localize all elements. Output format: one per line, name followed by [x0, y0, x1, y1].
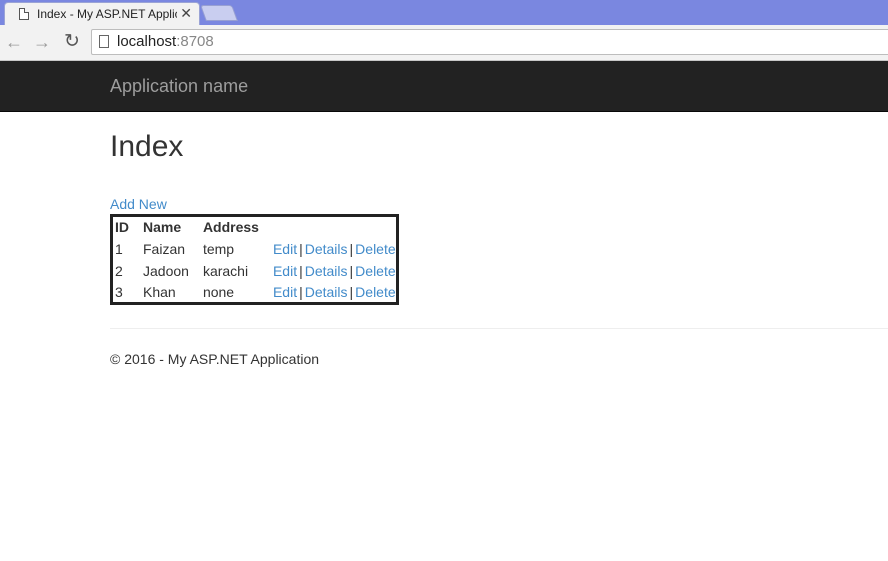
forward-arrow-icon[interactable]: → [32, 32, 52, 52]
separator: | [299, 262, 303, 279]
delete-link[interactable]: Delete [355, 284, 395, 300]
header-actions [271, 216, 397, 238]
edit-link[interactable]: Edit [273, 263, 297, 279]
separator: | [299, 240, 303, 257]
tab-strip: Index - My ASP.NET Applic ✕ [0, 0, 888, 25]
new-tab-button[interactable] [200, 5, 238, 21]
address-bar[interactable]: localhost:8708 [91, 29, 888, 55]
table-row: 2 Jadoon karachi Edit | Details | Delete [112, 260, 398, 282]
close-icon[interactable]: ✕ [180, 5, 192, 21]
url-text[interactable]: localhost:8708 [117, 33, 214, 50]
url-port: :8708 [176, 33, 214, 50]
cell-actions: Edit | Details | Delete [271, 282, 397, 304]
cell-id: 2 [115, 262, 123, 279]
reload-icon[interactable]: ↻ [62, 32, 82, 52]
back-arrow-icon[interactable]: ← [4, 32, 24, 52]
table-header-row: ID Name Address [112, 216, 398, 238]
header-id: ID [115, 219, 129, 236]
header-name: Name [143, 219, 182, 236]
cell-actions: Edit | Details | Delete [271, 260, 397, 282]
delete-link[interactable]: Delete [355, 241, 395, 257]
table-row: 3 Khan none Edit | Details | Delete [112, 282, 398, 304]
details-link[interactable]: Details [305, 241, 348, 257]
site-navbar: Application name [0, 61, 888, 112]
add-new-link[interactable]: Add New [110, 196, 167, 212]
page-icon [99, 35, 109, 48]
browser-toolbar: ← → ↻ localhost:8708 [0, 25, 888, 61]
page-icon [19, 8, 29, 20]
cell-name: Khan [143, 283, 176, 300]
cell-name: Jadoon [143, 262, 189, 279]
footer-text: © 2016 - My ASP.NET Application [110, 351, 320, 367]
cell-id: 3 [115, 283, 123, 300]
cell-actions: Edit | Details | Delete [271, 238, 397, 260]
edit-link[interactable]: Edit [273, 241, 297, 257]
cell-address: none [202, 283, 235, 300]
browser-tab[interactable]: Index - My ASP.NET Applic ✕ [4, 2, 200, 25]
cell-address: karachi [202, 262, 249, 279]
tab-title: Index - My ASP.NET Applic [37, 7, 177, 21]
footer-divider [110, 328, 888, 329]
page-title: Index [110, 130, 184, 163]
url-host: localhost [117, 33, 177, 50]
edit-link[interactable]: Edit [273, 284, 297, 300]
delete-link[interactable]: Delete [355, 263, 395, 279]
table-row: 1 Faizan temp Edit | Details | Delete [112, 238, 398, 260]
records-table: ID Name Address 1 Faizan temp Edit | Detai… [110, 214, 399, 305]
details-link[interactable]: Details [305, 284, 348, 300]
details-link[interactable]: Details [305, 263, 348, 279]
brand-link[interactable]: Application name [110, 76, 248, 97]
cell-name: Faizan [143, 240, 186, 257]
header-address: Address [202, 219, 259, 236]
separator: | [299, 283, 303, 300]
cell-address: temp [202, 240, 235, 257]
cell-id: 1 [115, 240, 123, 257]
